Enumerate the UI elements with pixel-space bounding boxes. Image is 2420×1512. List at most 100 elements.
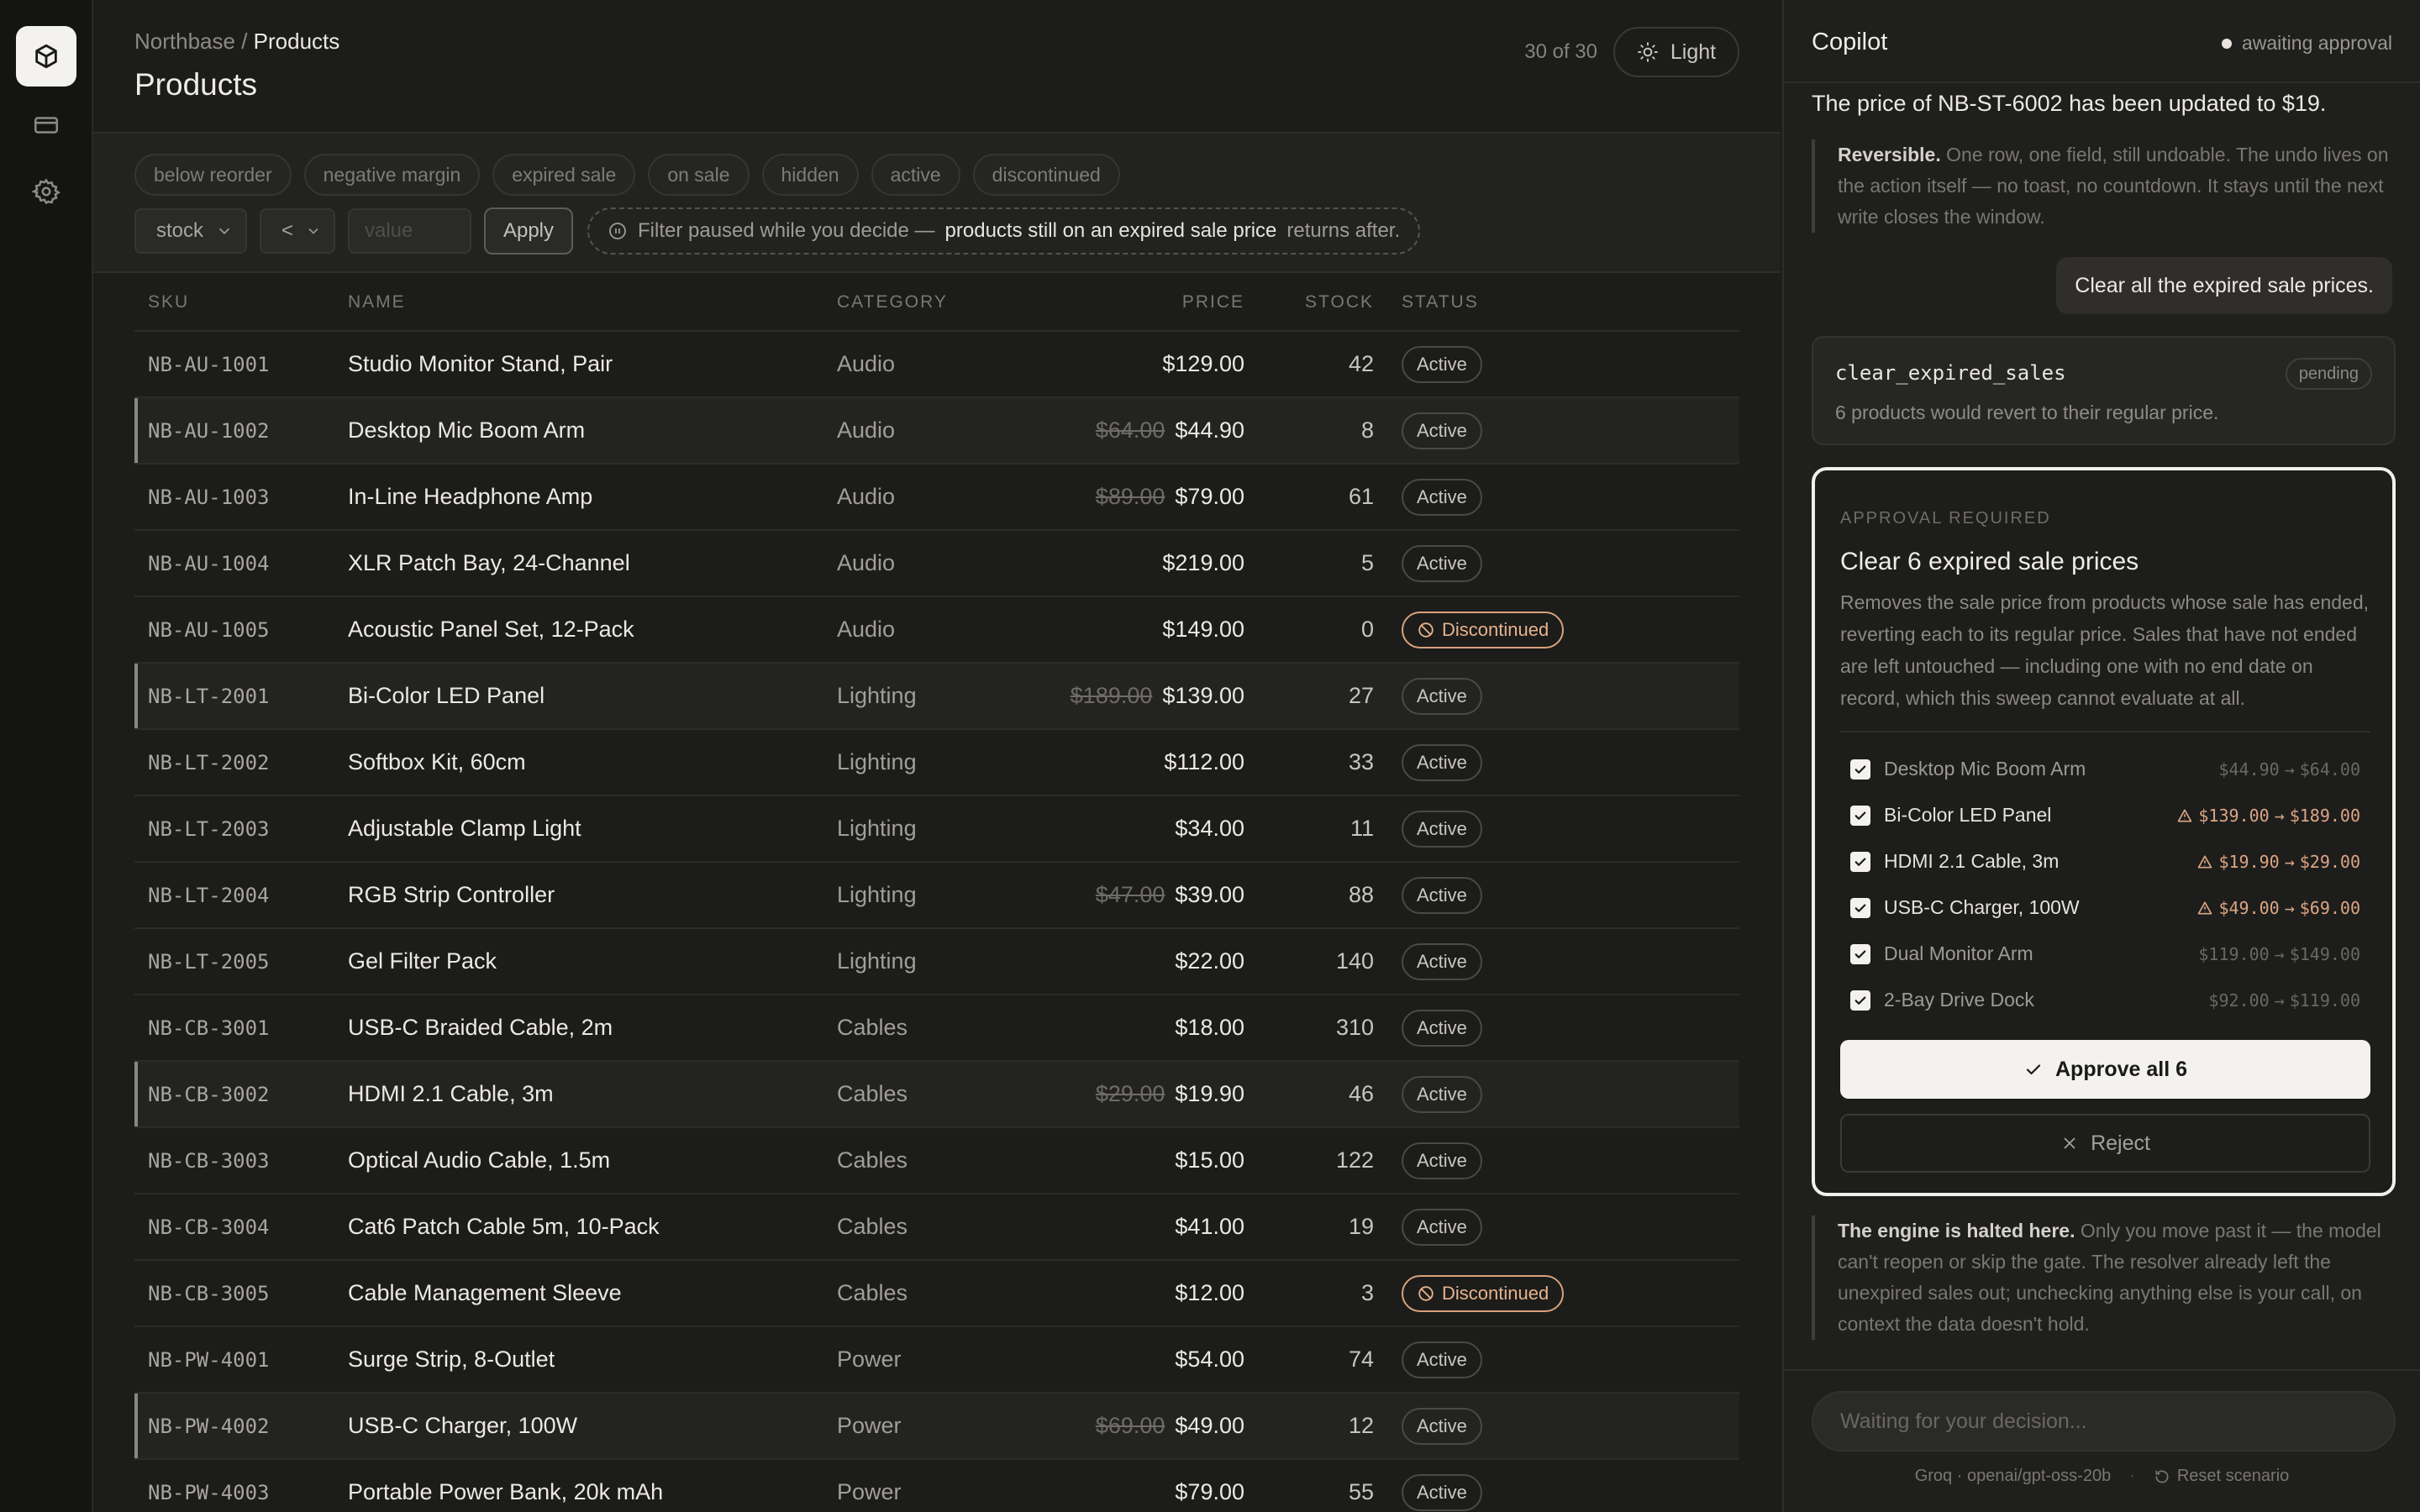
- cell-sku: NB-CB-3004: [148, 1215, 270, 1239]
- cell-stock: 55: [1348, 1479, 1374, 1504]
- approval-item-checkbox[interactable]: [1850, 851, 1870, 872]
- cell-name: Gel Filter Pack: [348, 948, 497, 974]
- theme-toggle-button[interactable]: Light: [1613, 27, 1739, 77]
- table-row[interactable]: NB-AU-1004 XLR Patch Bay, 24-Channel Audio…: [134, 531, 1739, 597]
- approval-item-name: USB-C Charger, 100W: [1884, 896, 2080, 918]
- cell-category: Audio: [837, 617, 896, 642]
- check-icon: [1854, 996, 1866, 1005]
- value-input[interactable]: [348, 208, 471, 254]
- reset-scenario-label: Reset scenario: [2176, 1467, 2290, 1485]
- products-nav-button[interactable]: [16, 26, 76, 87]
- table-row[interactable]: NB-LT-2004 RGB Strip Controller Lighting $4…: [134, 863, 1739, 929]
- cell-status: Active: [1374, 544, 1710, 582]
- cell-stock: 19: [1348, 1214, 1374, 1239]
- table-row[interactable]: NB-CB-3001 USB-C Braided Cable, 2m Cables $…: [134, 995, 1739, 1062]
- table-row[interactable]: NB-CB-3004 Cat6 Patch Cable 5m, 10-Pack Ca…: [134, 1194, 1739, 1261]
- status-badge: Active: [1402, 677, 1482, 715]
- approval-item-checkbox[interactable]: [1850, 943, 1870, 964]
- filter-chip[interactable]: active: [871, 154, 960, 196]
- cell-stock: 122: [1335, 1147, 1374, 1173]
- model-label: Groq · openai/gpt-oss-20b: [1914, 1467, 2112, 1485]
- cell-category: Lighting: [837, 749, 917, 774]
- col-status[interactable]: STATUS: [1374, 292, 1710, 312]
- filter-chip[interactable]: hidden: [761, 154, 859, 196]
- status-badge: Active: [1402, 1407, 1482, 1445]
- filter-chip[interactable]: discontinued: [972, 154, 1120, 196]
- cell-name: Bi-Color LED Panel: [348, 683, 545, 708]
- cell-old-price: $189.00: [1070, 683, 1153, 708]
- reset-icon: [2155, 1470, 2169, 1483]
- table-row[interactable]: NB-PW-4001 Surge Strip, 8-Outlet Power $54.…: [134, 1327, 1739, 1394]
- cell-status: Active: [1374, 743, 1710, 781]
- check-icon: [2026, 1064, 2041, 1075]
- table-row[interactable]: NB-AU-1003 In-Line Headphone Amp Audio $89.…: [134, 465, 1739, 531]
- status-badge-label: Active: [1417, 1149, 1467, 1171]
- approval-item-checkbox[interactable]: [1850, 805, 1870, 826]
- approval-item-price-change: $49.00 → $69.00: [2196, 898, 2360, 918]
- col-stock[interactable]: STOCK: [1244, 292, 1374, 312]
- cell-status: Active: [1374, 1009, 1710, 1047]
- cell-sku: NB-LT-2002: [148, 750, 270, 774]
- reset-scenario-button[interactable]: Reset scenario: [2154, 1467, 2289, 1486]
- apply-button[interactable]: Apply: [484, 207, 573, 255]
- table-row[interactable]: NB-AU-1005 Acoustic Panel Set, 12-Pack Aud…: [134, 597, 1739, 664]
- status-badge: Active: [1402, 544, 1482, 582]
- approve-all-button[interactable]: Approve all 6: [1840, 1040, 2370, 1099]
- status-badge: Discontinued: [1402, 611, 1565, 648]
- col-category[interactable]: CATEGORY: [837, 292, 1039, 312]
- filter-chips: below reorder negative margin expired sale…: [134, 154, 1120, 196]
- table-row[interactable]: NB-PW-4003 Portable Power Bank, 20k mAh Po…: [134, 1460, 1739, 1512]
- col-price[interactable]: PRICE: [1039, 292, 1244, 312]
- cell-category: Lighting: [837, 882, 917, 907]
- cell-status: Active: [1374, 345, 1710, 383]
- cell-status: Active: [1374, 1208, 1710, 1246]
- filter-chip[interactable]: on sale: [648, 154, 750, 196]
- table-row[interactable]: NB-CB-3002 HDMI 2.1 Cable, 3m Cables $29.00…: [134, 1062, 1739, 1128]
- approval-item-checkbox[interactable]: [1850, 759, 1870, 780]
- cell-price: $18.00: [1039, 1015, 1244, 1041]
- table-row[interactable]: NB-AU-1002 Desktop Mic Boom Arm Audio $64.0…: [134, 398, 1739, 465]
- table-row[interactable]: NB-CB-3003 Optical Audio Cable, 1.5m Cable…: [134, 1128, 1739, 1194]
- copilot-panel: Copilot awaiting approval The price of N…: [1782, 0, 2420, 1512]
- cell-price: $29.00 $19.90: [1039, 1081, 1244, 1107]
- approval-item-price-change: $19.90 → $29.00: [2196, 852, 2360, 872]
- billing-nav-button[interactable]: [16, 95, 76, 155]
- table-row[interactable]: NB-LT-2003 Adjustable Clamp Light Lighting…: [134, 796, 1739, 863]
- approval-item-to: $64.00: [2299, 759, 2360, 780]
- field-select[interactable]: stock: [134, 208, 247, 254]
- table-row[interactable]: NB-LT-2001 Bi-Color LED Panel Lighting $189…: [134, 664, 1739, 730]
- cell-category: Audio: [837, 550, 896, 575]
- pause-icon: [609, 223, 626, 239]
- cell-status: Active: [1374, 1341, 1710, 1378]
- table-row[interactable]: NB-LT-2005 Gel Filter Pack Lighting $22.00 1…: [134, 929, 1739, 995]
- nav-rail: [0, 0, 93, 1512]
- reject-button[interactable]: Reject: [1840, 1114, 2370, 1173]
- table-header: SKU NAME CATEGORY PRICE STOCK STATUS: [134, 275, 1739, 332]
- chat-input[interactable]: [1812, 1391, 2396, 1452]
- filter-chip[interactable]: below reorder: [134, 154, 292, 196]
- table-row[interactable]: NB-CB-3005 Cable Management Sleeve Cables $…: [134, 1261, 1739, 1327]
- cell-price: $64.00 $44.90: [1039, 417, 1244, 444]
- approval-item-checkbox[interactable]: [1850, 897, 1870, 918]
- page-title: Products: [134, 67, 258, 102]
- approval-item-checkbox[interactable]: [1850, 990, 1870, 1011]
- filter-chip[interactable]: expired sale: [492, 154, 636, 196]
- cell-name: Desktop Mic Boom Arm: [348, 417, 586, 443]
- col-name[interactable]: NAME: [348, 292, 837, 312]
- cell-price: $69.00 $49.00: [1039, 1413, 1244, 1439]
- col-sku[interactable]: SKU: [134, 292, 348, 312]
- filter-paused-notice: Filter paused while you decide — product…: [587, 207, 1421, 255]
- operator-select[interactable]: <: [260, 208, 335, 254]
- breadcrumb-root[interactable]: Northbase: [134, 29, 235, 54]
- table-row[interactable]: NB-PW-4002 USB-C Charger, 100W Power $69.00…: [134, 1394, 1739, 1460]
- cell-stock: 0: [1360, 617, 1374, 642]
- cell-stock: 27: [1348, 683, 1374, 708]
- status-badge-label: Active: [1417, 751, 1467, 773]
- table-row[interactable]: NB-AU-1001 Studio Monitor Stand, Pair Audi…: [134, 332, 1739, 398]
- settings-nav-button[interactable]: [16, 161, 76, 222]
- filter-chip[interactable]: negative margin: [303, 154, 481, 196]
- arrow-right-icon: →: [2274, 990, 2285, 1011]
- tool-description: 6 products would revert to their regular…: [1835, 402, 2219, 423]
- cell-name: USB-C Braided Cable, 2m: [348, 1015, 613, 1040]
- table-row[interactable]: NB-LT-2002 Softbox Kit, 60cm Lighting $112.…: [134, 730, 1739, 796]
